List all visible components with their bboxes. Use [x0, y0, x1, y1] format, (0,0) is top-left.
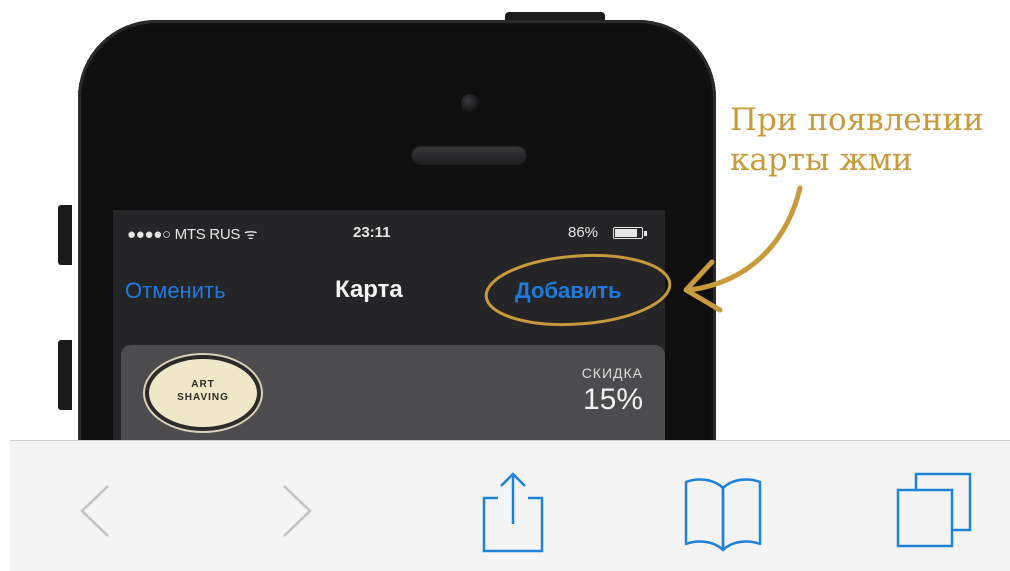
- tabs-button[interactable]: [888, 466, 978, 556]
- book-icon: [684, 478, 762, 552]
- annotation-arrow: [687, 185, 803, 293]
- tabs-icon: [896, 472, 972, 548]
- annotation-text: При появлении карты жми: [730, 102, 984, 178]
- safari-toolbar: [10, 440, 1010, 571]
- share-icon: [482, 472, 544, 553]
- back-button[interactable]: [50, 466, 140, 556]
- highlight-ellipse: [484, 253, 672, 327]
- share-button[interactable]: [468, 466, 558, 556]
- chevron-right-icon: [283, 485, 312, 537]
- forward-button[interactable]: [250, 466, 340, 556]
- bookmarks-button[interactable]: [678, 466, 768, 556]
- chevron-left-icon: [80, 485, 109, 537]
